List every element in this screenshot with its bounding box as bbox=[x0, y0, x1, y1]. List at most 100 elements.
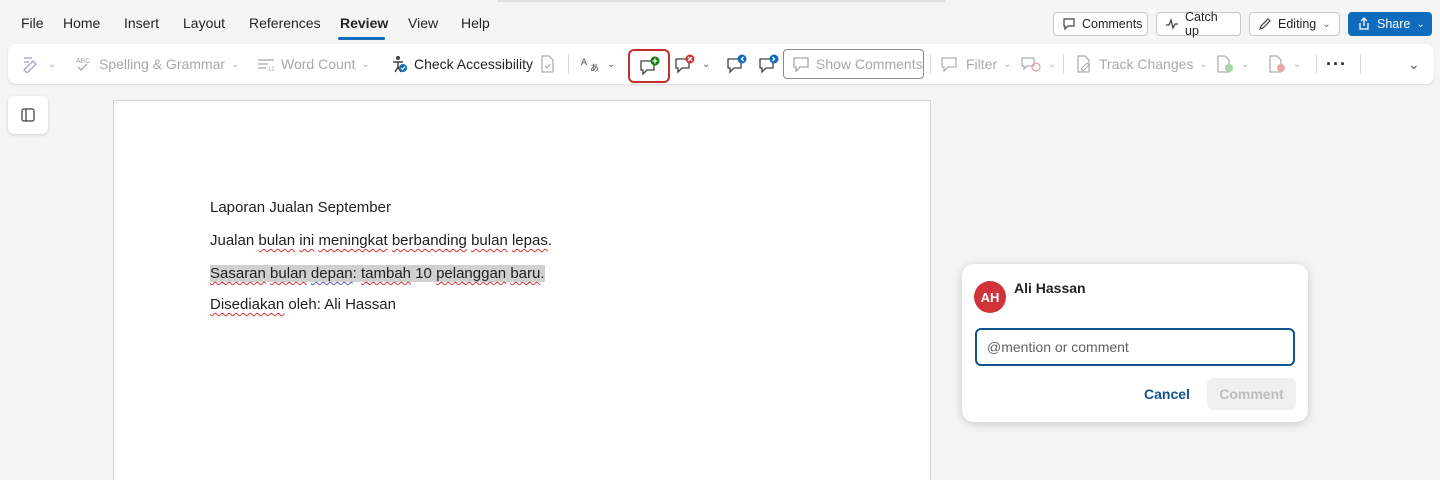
document-line-2[interactable]: Jualan bulan ini meningkat berbanding bu… bbox=[210, 232, 552, 249]
translate-button[interactable]: Aあ ⌄ bbox=[581, 52, 615, 76]
document-page[interactable]: Laporan Jualan September Jualan bulan in… bbox=[113, 100, 931, 480]
text-run: . bbox=[547, 232, 552, 249]
spelling-grammar-label: Spelling & Grammar bbox=[99, 56, 226, 72]
markup-options-button[interactable]: ⌄ bbox=[1020, 52, 1056, 76]
accessibility-assistant-button[interactable] bbox=[539, 52, 555, 76]
spelling-grammar-button[interactable]: ABC Spelling & Grammar ⌄ bbox=[75, 52, 239, 76]
text-run: oleh: Ali Hassan bbox=[284, 296, 396, 313]
title-grip bbox=[497, 0, 945, 2]
misspelled-word[interactable]: berbanding bbox=[392, 232, 467, 249]
misspelled-word[interactable]: bulan bbox=[258, 232, 295, 249]
ribbon-separator bbox=[1316, 54, 1317, 74]
filter-comment-icon bbox=[941, 57, 957, 73]
track-changes-label: Track Changes bbox=[1099, 56, 1194, 72]
track-changes-icon bbox=[1077, 55, 1090, 73]
accessibility-icon bbox=[393, 56, 407, 73]
word-count-button[interactable]: 123 Word Count ⌄ bbox=[257, 52, 370, 76]
pencil-icon bbox=[1259, 18, 1271, 30]
misspelled-word[interactable]: meningkat bbox=[318, 232, 387, 249]
selected-text-line[interactable]: Sasaran bulan depan: tambah 10 pelanggan… bbox=[210, 265, 545, 282]
svg-text:A: A bbox=[581, 57, 587, 67]
misspelled-word[interactable]: bulan bbox=[471, 232, 508, 249]
menu-bar: File Home Insert Layout References Revie… bbox=[0, 0, 1440, 44]
chevron-down-icon: ⌄ bbox=[1293, 58, 1302, 70]
text-run: . bbox=[540, 265, 545, 282]
text-run: 10 bbox=[411, 265, 437, 282]
chevron-down-icon[interactable]: ⌄ bbox=[607, 59, 615, 70]
comments-button-label: Comments bbox=[1082, 17, 1143, 31]
previous-comment-icon bbox=[727, 54, 747, 74]
menu-help[interactable]: Help bbox=[461, 15, 490, 31]
misspelled-word[interactable]: baru bbox=[510, 265, 540, 282]
document-title-line[interactable]: Laporan Jualan September bbox=[210, 199, 391, 216]
misspelled-word[interactable]: Disediakan bbox=[210, 296, 284, 313]
catch-up-label: Catch up bbox=[1185, 10, 1218, 38]
track-changes-button[interactable]: Track Changes ⌄ bbox=[1075, 52, 1208, 76]
editing-mode-button[interactable]: Editing ⌄ bbox=[1249, 12, 1340, 36]
text-run: Jualan bbox=[210, 232, 259, 249]
menu-insert[interactable]: Insert bbox=[124, 15, 159, 31]
chevron-down-icon: ⌄ bbox=[361, 58, 370, 70]
cancel-button[interactable]: Cancel bbox=[1138, 378, 1196, 410]
share-button[interactable]: Share ⌄ bbox=[1348, 12, 1432, 36]
menu-layout[interactable]: Layout bbox=[183, 15, 225, 31]
chevron-down-icon: ⌄ bbox=[1408, 55, 1420, 72]
translate-icon: Aあ bbox=[581, 57, 599, 73]
menu-file[interactable]: File bbox=[21, 15, 44, 31]
post-comment-button[interactable]: Comment bbox=[1207, 378, 1296, 410]
misspelled-word[interactable]: bulan bbox=[270, 265, 307, 282]
share-icon bbox=[1359, 17, 1369, 30]
filter-label: Filter bbox=[966, 56, 998, 72]
document-check-icon bbox=[541, 55, 554, 73]
misspelled-word[interactable]: lepas bbox=[512, 232, 548, 249]
misspelled-word[interactable]: tambah bbox=[361, 265, 411, 282]
chevron-down-icon[interactable]: ⌄ bbox=[702, 59, 710, 70]
chevron-down-icon: ⌄ bbox=[1416, 18, 1425, 30]
chevron-down-icon: ⌄ bbox=[231, 58, 240, 70]
menu-home[interactable]: Home bbox=[63, 15, 100, 31]
active-tab-indicator bbox=[338, 37, 385, 40]
chevron-down-icon: ⌄ bbox=[1241, 58, 1250, 70]
menu-view[interactable]: View bbox=[408, 15, 438, 31]
misspelled-word[interactable]: ini bbox=[299, 232, 314, 249]
comment-icon bbox=[1063, 18, 1075, 31]
navigation-pane-button[interactable] bbox=[8, 96, 48, 134]
avatar: AH bbox=[974, 281, 1006, 313]
ribbon-separator bbox=[568, 54, 569, 74]
next-comment-button[interactable] bbox=[758, 52, 780, 76]
delete-comment-button[interactable]: ⌄ bbox=[674, 52, 710, 76]
comments-button[interactable]: Comments bbox=[1053, 12, 1148, 36]
chevron-down-icon[interactable]: ⌄ bbox=[48, 59, 56, 70]
document-line-4[interactable]: Disediakan oleh: Ali Hassan bbox=[210, 296, 396, 313]
menu-references[interactable]: References bbox=[249, 15, 321, 31]
expand-ribbon-button[interactable]: ⌄ bbox=[1408, 52, 1420, 76]
svg-text:123: 123 bbox=[268, 67, 275, 73]
reject-change-button[interactable]: ⌄ bbox=[1267, 52, 1301, 76]
grammar-flagged-word[interactable]: depan bbox=[311, 265, 353, 282]
editor-pen-icon bbox=[23, 57, 37, 73]
pulse-icon bbox=[1166, 17, 1178, 30]
new-comment-button[interactable] bbox=[628, 49, 670, 83]
misspelled-word[interactable]: Sasaran bbox=[210, 265, 266, 282]
accept-change-button[interactable]: ⌄ bbox=[1215, 52, 1249, 76]
new-comment-icon bbox=[640, 56, 660, 76]
chevron-down-icon: ⌄ bbox=[1048, 58, 1057, 70]
word-count-label: Word Count bbox=[281, 56, 356, 72]
check-accessibility-button[interactable]: Check Accessibility bbox=[390, 52, 533, 76]
misspelled-word[interactable]: pelanggan bbox=[436, 265, 506, 282]
menu-review[interactable]: Review bbox=[340, 15, 388, 31]
next-comment-icon bbox=[759, 54, 779, 74]
editor-button[interactable]: ⌄ bbox=[22, 52, 56, 76]
check-accessibility-label: Check Accessibility bbox=[414, 56, 534, 72]
chevron-down-icon: ⌄ bbox=[1199, 58, 1208, 70]
delete-comment-icon bbox=[675, 54, 695, 74]
more-options-button[interactable]: ··· bbox=[1326, 52, 1347, 76]
filter-button[interactable]: Filter ⌄ bbox=[940, 52, 1012, 76]
catch-up-button[interactable]: Catch up bbox=[1156, 10, 1241, 38]
previous-comment-button[interactable] bbox=[726, 52, 748, 76]
svg-text:ABC: ABC bbox=[76, 58, 90, 65]
comment-author: Ali Hassan bbox=[1014, 280, 1086, 296]
spelling-abc-icon: ABC bbox=[76, 58, 90, 71]
comment-input[interactable] bbox=[975, 328, 1295, 366]
show-comments-button[interactable]: Show Comments bbox=[783, 49, 924, 79]
